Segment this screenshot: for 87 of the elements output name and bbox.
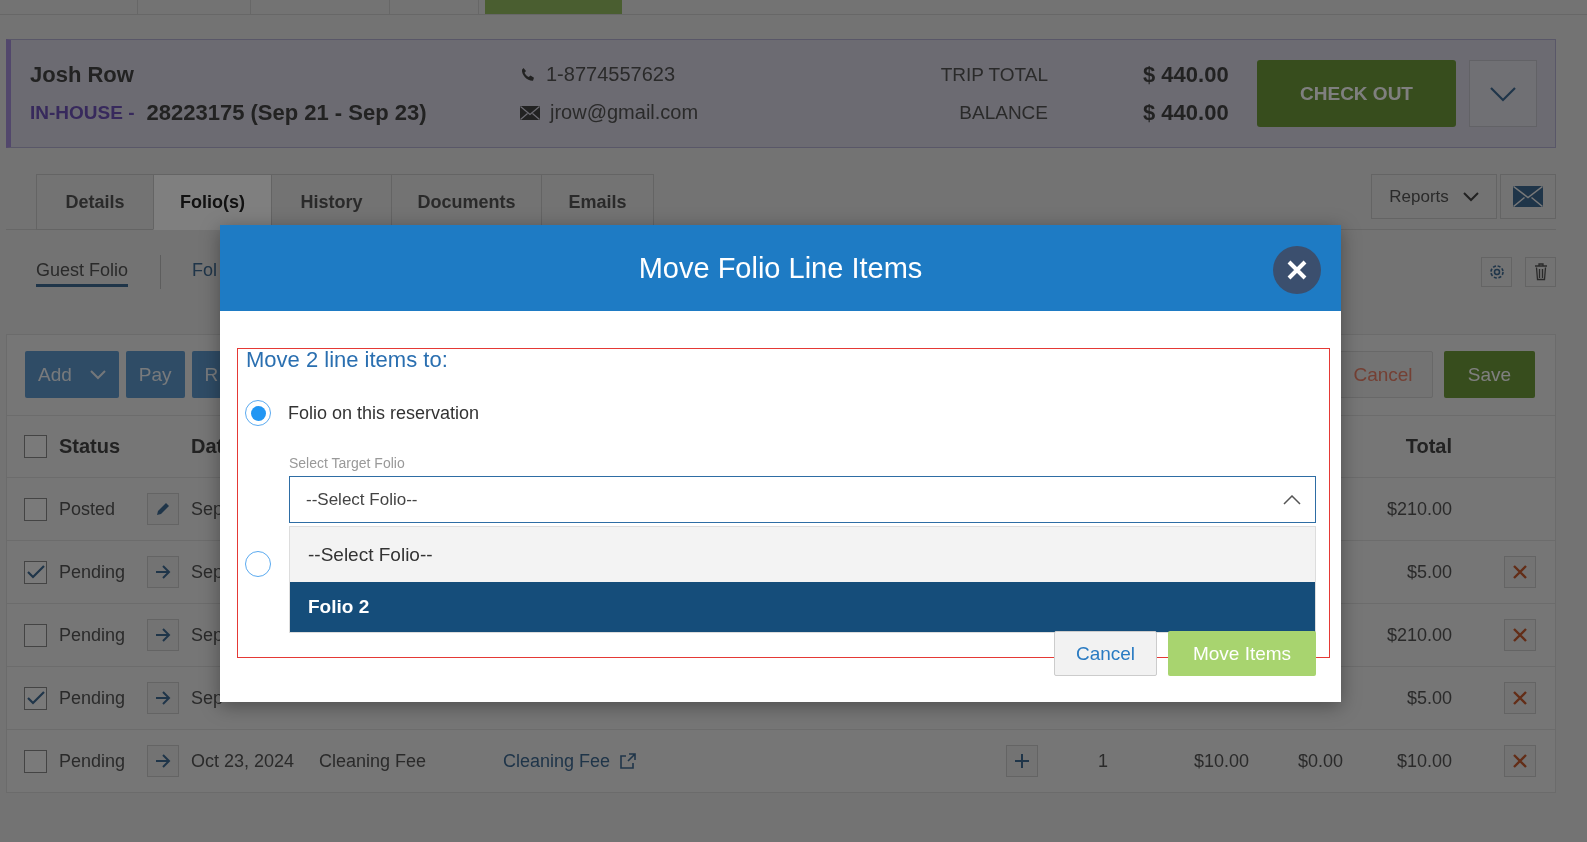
delete-row-button[interactable] [1504, 619, 1536, 651]
check-out-button[interactable]: CHECK OUT [1257, 60, 1456, 127]
settings-icon [1487, 262, 1506, 281]
delete-row-button[interactable] [1504, 682, 1536, 714]
tax-cell: $0.00 [1297, 750, 1343, 772]
envelope-icon [520, 105, 540, 120]
toolbar-button[interactable]: Pay [125, 351, 185, 398]
total-cell: $10.00 [1396, 750, 1452, 772]
close-icon [1513, 565, 1527, 579]
guest-name: Josh Row [30, 61, 134, 88]
add-quantity-button[interactable] [1006, 745, 1038, 777]
total-label: TRIP TOTAL [940, 63, 1048, 86]
status-text: Pending [59, 750, 126, 772]
delete-row-button[interactable] [1504, 556, 1536, 588]
dropdown-option[interactable]: --Select Folio-- [290, 527, 1315, 582]
price-cell: $10.00 [1193, 750, 1249, 772]
dialog-title: Move Folio Line Items [638, 251, 923, 285]
tab[interactable]: Folio(s) [153, 174, 271, 230]
reports-dropdown[interactable]: Reports [1371, 174, 1497, 219]
quantity-cell: 1 [1098, 750, 1108, 772]
caret-icon [1462, 191, 1479, 202]
email-address: jrow@gmail.com [550, 101, 699, 124]
arrow-right-icon [155, 754, 171, 768]
phone-number: 1-8774557623 [546, 63, 675, 86]
status-text: Posted [59, 498, 116, 520]
move-button[interactable] [147, 556, 179, 588]
envelope-icon [1513, 186, 1543, 207]
total-label: BALANCE [958, 101, 1048, 124]
status-text: Pending [59, 687, 126, 709]
row-checkbox[interactable] [24, 686, 47, 710]
edit-button[interactable] [147, 493, 179, 525]
close-button[interactable] [1273, 246, 1321, 294]
plus-icon [1014, 753, 1030, 769]
cancel-button[interactable]: Cancel [1054, 631, 1157, 676]
select-all-checkbox[interactable] [24, 435, 47, 458]
reservation-number: 28223175 (Sep 21 - Sep 23) [146, 99, 427, 126]
arrow-right-icon [155, 691, 171, 705]
reservation-status: IN-HOUSE - [30, 101, 135, 124]
column-header: Status [59, 435, 121, 458]
chevron-up-icon [1283, 494, 1301, 505]
dropdown-option[interactable]: Folio 2 [290, 582, 1315, 632]
column-header: Total [1405, 435, 1452, 458]
arrow-right-icon [155, 628, 171, 642]
row-checkbox[interactable] [24, 497, 47, 521]
close-icon [1513, 691, 1527, 705]
date-cell: Oct 23, 2024 [191, 750, 295, 772]
settings-button[interactable] [1481, 256, 1512, 287]
chevron-down-icon [1489, 85, 1517, 102]
folio-tab[interactable]: Guest Folio [36, 256, 129, 287]
delete-row-button[interactable] [1504, 745, 1536, 777]
add-dropdown[interactable]: Add [25, 351, 119, 398]
dialog-heading: Move 2 line items to: [246, 347, 449, 373]
total-cell: $210.00 [1386, 624, 1452, 646]
move-button[interactable] [147, 619, 179, 651]
close-icon [1513, 628, 1527, 642]
close-icon [1513, 754, 1527, 768]
caret-icon [89, 369, 106, 380]
total-cell: $5.00 [1406, 687, 1452, 709]
delete-button[interactable] [1525, 256, 1556, 287]
row-checkbox[interactable] [24, 623, 47, 647]
tab[interactable]: Details [36, 174, 153, 230]
total-cell: $5.00 [1406, 561, 1452, 583]
email-button[interactable] [1500, 174, 1556, 219]
pencil-icon [155, 501, 171, 517]
row-checkbox[interactable] [24, 749, 47, 773]
total-cell: $210.00 [1386, 498, 1452, 520]
description-cell: Cleaning Fee [319, 750, 427, 772]
item-link[interactable]: Cleaning Fee [503, 750, 611, 772]
external-link-icon [620, 753, 637, 769]
move-button[interactable] [147, 682, 179, 714]
radio-label: Folio on this reservation [288, 402, 480, 424]
trash-icon [1533, 262, 1548, 281]
total-amount: $ 440.00 [1143, 99, 1230, 126]
arrow-right-icon [155, 565, 171, 579]
total-amount: $ 440.00 [1143, 61, 1230, 88]
row-checkbox[interactable] [24, 560, 47, 584]
close-icon [1287, 260, 1307, 280]
move-items-button[interactable]: Move Items [1168, 631, 1316, 676]
save-button[interactable]: Save [1444, 351, 1535, 398]
expand-button[interactable] [1469, 60, 1537, 127]
folio-select[interactable]: --Select Folio-- [289, 476, 1316, 523]
status-text: Pending [59, 624, 126, 646]
status-text: Pending [59, 561, 126, 583]
phone-icon [520, 66, 536, 83]
folio-tab[interactable]: Fol [192, 256, 218, 287]
field-label: Select Target Folio [289, 454, 406, 472]
move-button[interactable] [147, 745, 179, 777]
